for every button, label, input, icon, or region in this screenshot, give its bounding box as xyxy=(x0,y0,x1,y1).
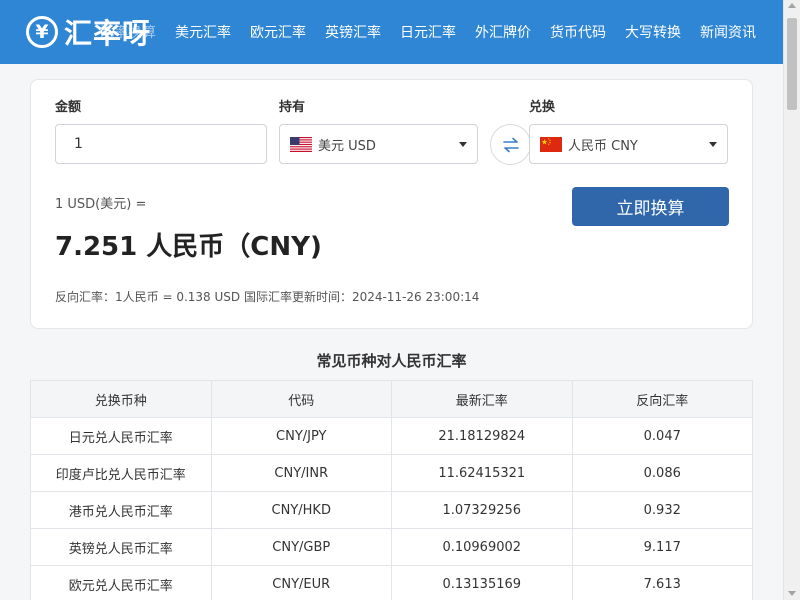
chevron-down-icon xyxy=(459,142,467,147)
swap-arrows-icon xyxy=(502,137,519,152)
row-reverse: 9.117 xyxy=(571,528,753,566)
main-nav: 汇率换算 美元汇率 欧元汇率 英镑汇率 日元汇率 外汇牌价 货币代码 大写转换 … xyxy=(100,0,775,64)
rates-table: 兑换币种 代码 最新汇率 反向汇率 日元兑人民币汇率 CNY/JPY 21.18… xyxy=(30,380,753,600)
china-flag-icon xyxy=(540,136,562,152)
nav-currency-codes[interactable]: 货币代码 xyxy=(550,22,606,42)
from-currency-text: 美元 USD xyxy=(318,138,376,154)
col-latest-rate: 最新汇率 xyxy=(391,380,573,418)
row-rate: 1.07329256 xyxy=(391,491,573,529)
row-code: CNY/INR xyxy=(210,454,392,492)
table-row: 日元兑人民币汇率 CNY/JPY 21.18129824 0.047 xyxy=(30,417,753,455)
convert-button[interactable]: 立即换算 xyxy=(572,187,729,226)
yen-coin-icon: ¥ xyxy=(26,16,58,48)
rates-table-title: 常见币种对人民币汇率 xyxy=(316,352,467,370)
table-row: 英镑兑人民币汇率 CNY/GBP 0.10969002 9.117 xyxy=(30,528,753,566)
table-header-row: 兑换币种 代码 最新汇率 反向汇率 xyxy=(30,380,753,418)
row-reverse: 0.047 xyxy=(571,417,753,455)
row-rate: 0.13135169 xyxy=(391,565,573,600)
result-value: 7.251 人民币（CNY) xyxy=(55,232,322,262)
converter-card: 金额 持有 美元 USD 兑换 xyxy=(30,79,753,329)
amount-input[interactable] xyxy=(55,124,267,164)
row-rate: 11.62415321 xyxy=(391,454,573,492)
col-currency: 兑换币种 xyxy=(30,380,212,418)
nav-jpy[interactable]: 日元汇率 xyxy=(400,22,456,42)
nav-news[interactable]: 新闻资讯 xyxy=(700,22,756,42)
nav-uppercase-convert[interactable]: 大写转换 xyxy=(625,22,681,42)
to-label: 兑换 xyxy=(529,100,556,115)
row-rate: 21.18129824 xyxy=(391,417,573,455)
top-header: ¥ 汇率呀 汇率换算 美元汇率 欧元汇率 英镑汇率 日元汇率 外汇牌价 货币代码… xyxy=(0,0,783,64)
row-code: CNY/GBP xyxy=(210,528,392,566)
result-prefix: 1 USD(美元) = xyxy=(55,197,147,212)
from-label: 持有 xyxy=(279,100,306,115)
to-currency-select[interactable]: 人民币 CNY xyxy=(529,124,728,164)
nav-usd[interactable]: 美元汇率 xyxy=(175,22,231,42)
amount-label: 金额 xyxy=(55,100,82,115)
row-currency[interactable]: 英镑兑人民币汇率 xyxy=(30,528,212,566)
row-code: CNY/EUR xyxy=(210,565,392,600)
us-flag-icon xyxy=(290,136,312,152)
row-reverse: 0.086 xyxy=(571,454,753,492)
scroll-up-arrow-icon[interactable] xyxy=(788,3,796,8)
reverse-rate-info: 反向汇率：1人民币 = 0.138 USD 国际汇率更新时间：2024-11-2… xyxy=(55,290,480,304)
swap-currency-button[interactable] xyxy=(490,124,531,165)
from-currency-select[interactable]: 美元 USD xyxy=(279,124,478,164)
nav-exchange[interactable]: 汇率换算 xyxy=(100,22,156,42)
row-reverse: 0.932 xyxy=(571,491,753,529)
nav-forex-quotes[interactable]: 外汇牌价 xyxy=(475,22,531,42)
row-currency[interactable]: 印度卢比兑人民币汇率 xyxy=(30,454,212,492)
nav-eur[interactable]: 欧元汇率 xyxy=(250,22,306,42)
nav-gbp[interactable]: 英镑汇率 xyxy=(325,22,381,42)
table-row: 欧元兑人民币汇率 CNY/EUR 0.13135169 7.613 xyxy=(30,565,753,600)
row-rate: 0.10969002 xyxy=(391,528,573,566)
row-currency[interactable]: 欧元兑人民币汇率 xyxy=(30,565,212,600)
col-code: 代码 xyxy=(210,380,392,418)
row-code: CNY/HKD xyxy=(210,491,392,529)
scroll-down-arrow-icon[interactable] xyxy=(788,591,796,596)
scroll-thumb[interactable] xyxy=(787,18,797,110)
page-scrollbar[interactable] xyxy=(783,0,800,600)
table-row: 印度卢比兑人民币汇率 CNY/INR 11.62415321 0.086 xyxy=(30,454,753,492)
row-currency[interactable]: 港币兑人民币汇率 xyxy=(30,491,212,529)
row-currency[interactable]: 日元兑人民币汇率 xyxy=(30,417,212,455)
table-row: 港币兑人民币汇率 CNY/HKD 1.07329256 0.932 xyxy=(30,491,753,529)
chevron-down-icon xyxy=(709,142,717,147)
row-reverse: 7.613 xyxy=(571,565,753,600)
row-code: CNY/JPY xyxy=(210,417,392,455)
to-currency-text: 人民币 CNY xyxy=(568,138,638,154)
col-reverse-rate: 反向汇率 xyxy=(571,380,753,418)
